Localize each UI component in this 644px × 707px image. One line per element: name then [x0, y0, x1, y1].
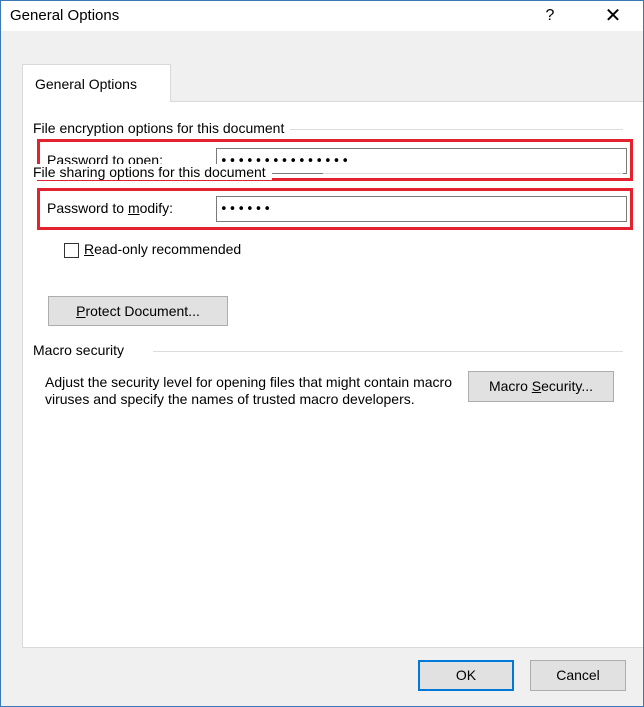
divider [370, 129, 623, 130]
close-icon[interactable]: ✕ [598, 1, 628, 31]
divider [153, 351, 623, 352]
dialog-title: General Options [10, 7, 120, 24]
title-bar: General Options ? ✕ [1, 1, 643, 31]
macro-security-button[interactable]: Macro Security... [468, 371, 614, 402]
password-open-field[interactable]: ••••••••••••••• [216, 148, 627, 174]
readonly-label[interactable]: Read-only recommended [84, 241, 241, 257]
ok-button[interactable]: OK [418, 660, 514, 691]
password-modify-field[interactable]: •••••• [216, 196, 627, 222]
readonly-checkbox[interactable] [64, 243, 79, 258]
divider [323, 173, 623, 174]
sharing-section-label: File sharing options for this document [33, 164, 272, 180]
password-modify-label: Password to modify: [47, 200, 174, 216]
help-icon[interactable]: ? [535, 1, 565, 31]
options-panel: File encryption options for this documen… [22, 101, 643, 648]
encryption-section-label: File encryption options for this documen… [33, 120, 291, 136]
macro-section-label: Macro security [33, 342, 131, 358]
cancel-button[interactable]: Cancel [530, 660, 626, 691]
tab-label: General Options [35, 76, 137, 92]
protect-document-button[interactable]: Protect Document... [48, 296, 228, 326]
general-options-dialog: General Options ? ✕ General Options File… [0, 0, 644, 707]
macro-description: Adjust the security level for opening fi… [45, 374, 452, 407]
tab-general-options[interactable]: General Options [22, 64, 171, 102]
